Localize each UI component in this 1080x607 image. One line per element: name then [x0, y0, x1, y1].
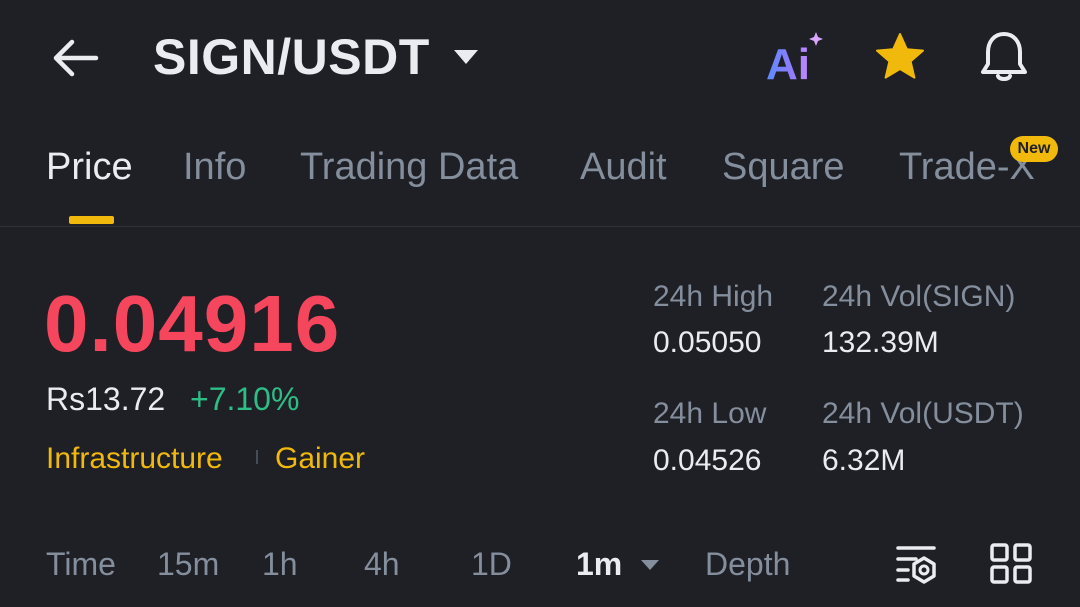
timeframe-depth[interactable]: Depth: [705, 546, 790, 583]
last-price: 0.04916: [44, 279, 341, 368]
tag-separator: [256, 450, 258, 464]
stat-24h-high-value: 0.05050: [653, 326, 762, 359]
timeframe-1h[interactable]: 1h: [262, 546, 298, 583]
stat-24h-low-label: 24h Low: [653, 397, 767, 430]
timeframe-time[interactable]: Time: [46, 546, 116, 583]
tab-trading-data[interactable]: Trading Data: [300, 146, 518, 189]
timeframe-4h[interactable]: 4h: [364, 546, 400, 583]
chart-settings-icon[interactable]: [894, 542, 940, 586]
tab-price[interactable]: Price: [46, 146, 133, 189]
stat-24h-low-value: 0.04526: [653, 444, 762, 477]
stat-24h-vol-base-value: 132.39M: [822, 326, 939, 359]
bell-icon[interactable]: [976, 28, 1032, 84]
tag-gainer[interactable]: Gainer: [275, 442, 365, 476]
tag-infrastructure[interactable]: Infrastructure: [46, 442, 223, 476]
chevron-down-icon[interactable]: [452, 48, 480, 66]
tab-info[interactable]: Info: [183, 146, 246, 189]
stat-24h-high-label: 24h High: [653, 280, 774, 313]
ai-label: Ai: [766, 40, 810, 84]
stat-24h-vol-base-label: 24h Vol(SIGN): [822, 280, 1016, 313]
tab-audit[interactable]: Audit: [580, 146, 667, 189]
grid-layout-icon[interactable]: [988, 542, 1034, 586]
new-badge: New: [1010, 136, 1058, 162]
ai-assistant-icon[interactable]: Ai: [766, 30, 826, 89]
stat-24h-vol-quote-value: 6.32M: [822, 444, 906, 477]
pair-title[interactable]: SIGN/USDT: [153, 28, 430, 86]
tab-square[interactable]: Square: [722, 146, 845, 189]
timeframe-1m[interactable]: 1m: [576, 546, 622, 583]
price-change-percent: +7.10%: [190, 381, 300, 417]
fiat-price: Rs13.72: [46, 381, 166, 417]
back-arrow-icon[interactable]: [50, 36, 100, 80]
stat-24h-vol-quote-label: 24h Vol(USDT): [822, 397, 1024, 430]
timeframe-15m[interactable]: 15m: [157, 546, 219, 583]
tabs-divider: [0, 226, 1080, 227]
active-tab-indicator: [69, 216, 114, 224]
chevron-down-icon[interactable]: [640, 558, 660, 570]
star-icon[interactable]: [872, 30, 928, 86]
timeframe-1d[interactable]: 1D: [471, 546, 512, 583]
